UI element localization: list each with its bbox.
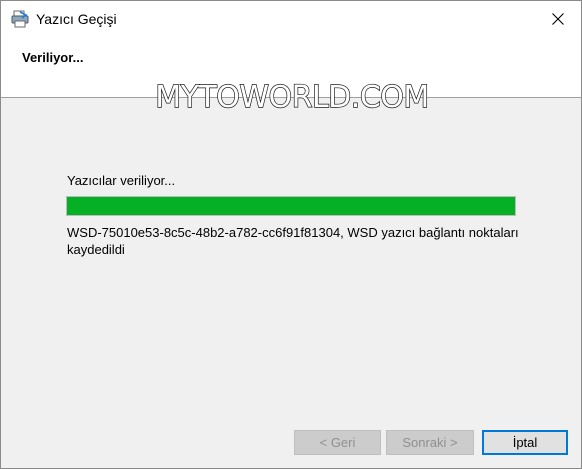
close-button[interactable] <box>535 1 581 37</box>
progress-bar <box>66 196 516 216</box>
cancel-button[interactable]: İptal <box>482 430 568 455</box>
back-button[interactable]: < Geri <box>294 430 381 455</box>
printer-migration-window: Yazıcı Geçişi Veriliyor... MYTOWORLD.COM… <box>0 0 582 469</box>
status-label: Yazıcılar veriliyor... <box>67 173 176 188</box>
window-title: Yazıcı Geçişi <box>36 11 117 27</box>
printer-migration-icon <box>11 10 29 28</box>
title-bar[interactable]: Yazıcı Geçişi <box>1 1 581 37</box>
page-title: Veriliyor... <box>22 50 84 65</box>
watermark-text: MYTOWORLD.COM <box>155 80 430 115</box>
progress-bar-fill <box>67 197 515 215</box>
progress-detail-text: WSD-75010e53-8c5c-48b2-a782-cc6f91f81304… <box>67 225 519 257</box>
close-icon <box>552 13 564 25</box>
next-button[interactable]: Sonraki > <box>386 430 474 455</box>
